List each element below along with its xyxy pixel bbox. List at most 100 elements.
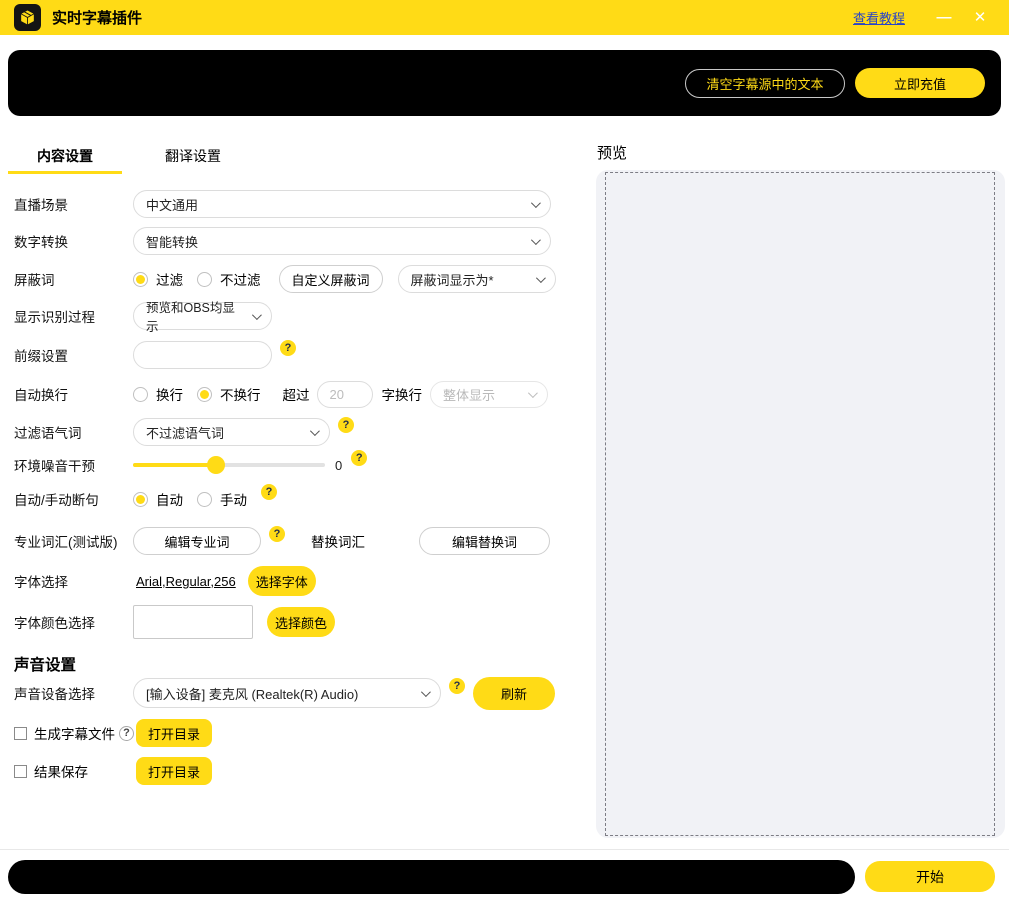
radio-no-wrap[interactable] — [197, 387, 212, 402]
pro-vocab-label: 专业词汇(测试版) — [14, 531, 133, 551]
auto-wrap-label: 自动换行 — [14, 384, 133, 404]
open-result-dir-button[interactable]: 打开目录 — [136, 757, 212, 785]
number-convert-select[interactable]: 智能转换 — [133, 227, 551, 255]
radio-no-filter[interactable] — [197, 272, 212, 287]
recognition-display-label: 显示识别过程 — [14, 306, 133, 326]
chevron-down-icon — [310, 426, 320, 436]
prefix-label: 前缀设置 — [14, 345, 133, 365]
blocked-words-display-select[interactable]: 屏蔽词显示为* — [398, 265, 556, 293]
noise-help-icon[interactable]: ? — [351, 450, 367, 466]
noise-row: 环境噪音干预 0 ? — [14, 448, 367, 482]
wrap-count-input[interactable] — [330, 387, 360, 402]
sound-device-value: [输入设备] 麦克风 (Realtek(R) Audio) — [146, 684, 358, 703]
app-window: 实时字幕插件 查看教程 — ✕ 清空字幕源中的文本 立即充值 内容设置 翻译设置… — [0, 0, 1009, 903]
sound-device-label: 声音设备选择 — [14, 683, 133, 703]
radio-wrap[interactable] — [133, 387, 148, 402]
chevron-down-icon — [535, 273, 545, 283]
font-color-label: 字体颜色选择 — [14, 612, 133, 632]
font-color-input[interactable] — [142, 615, 244, 630]
sentence-break-help-icon[interactable]: ? — [261, 484, 277, 500]
clear-subtitle-source-button[interactable]: 清空字幕源中的文本 — [685, 69, 845, 98]
radio-wrap-label[interactable]: 换行 — [156, 384, 183, 404]
auto-wrap-row: 自动换行 换行 不换行 超过 字换行 整体显示 — [14, 377, 548, 411]
noise-slider[interactable] — [133, 457, 325, 473]
slider-thumb[interactable] — [207, 456, 225, 474]
filler-filter-help-icon[interactable]: ? — [338, 417, 354, 433]
radio-no-filter-label[interactable]: 不过滤 — [220, 269, 261, 289]
preview-label: 预览 — [597, 142, 627, 163]
chevron-down-icon — [531, 235, 541, 245]
current-font-link[interactable]: Arial,Regular,256 — [136, 574, 236, 589]
radio-auto-break[interactable] — [133, 492, 148, 507]
live-scene-select[interactable]: 中文通用 — [133, 190, 551, 218]
number-convert-label: 数字转换 — [14, 231, 133, 251]
choose-font-button[interactable]: 选择字体 — [248, 566, 316, 596]
font-color-row: 字体颜色选择 选择颜色 — [14, 605, 335, 639]
vocab-row: 专业词汇(测试版) 编辑专业词 ? 替换词汇 编辑替换词 — [14, 524, 550, 558]
blocked-words-row: 屏蔽词 过滤 不过滤 自定义屏蔽词 屏蔽词显示为* — [14, 262, 556, 296]
radio-filter-label[interactable]: 过滤 — [156, 269, 183, 289]
font-select-row: 字体选择 Arial,Regular,256 选择字体 — [14, 564, 316, 598]
radio-auto-break-label[interactable]: 自动 — [156, 489, 183, 509]
result-save-label[interactable]: 结果保存 — [34, 761, 88, 781]
filler-filter-value: 不过滤语气词 — [146, 423, 224, 442]
subtitle-file-checkbox[interactable] — [14, 727, 27, 740]
live-scene-value: 中文通用 — [146, 195, 198, 214]
open-subtitle-dir-button[interactable]: 打开目录 — [136, 719, 212, 747]
font-select-label: 字体选择 — [14, 571, 133, 591]
sound-settings-heading: 声音设置 — [14, 653, 76, 675]
refresh-button[interactable]: 刷新 — [473, 677, 555, 710]
exceed-label: 超过 — [283, 384, 310, 404]
edit-replace-vocab-button[interactable]: 编辑替换词 — [419, 527, 550, 555]
chevron-down-icon — [531, 198, 541, 208]
number-convert-row: 数字转换 智能转换 — [14, 224, 551, 258]
prefix-help-icon[interactable]: ? — [280, 340, 296, 356]
edit-pro-vocab-button[interactable]: 编辑专业词 — [133, 527, 261, 555]
display-mode-select[interactable]: 整体显示 — [430, 381, 548, 408]
tab-translation-settings[interactable]: 翻译设置 — [136, 141, 250, 174]
result-save-row: 结果保存 打开目录 — [14, 754, 88, 788]
sentence-break-row: 自动/手动断句 自动 手动 ? — [14, 482, 277, 516]
radio-manual-break-label[interactable]: 手动 — [220, 489, 247, 509]
blocked-words-display-value: 屏蔽词显示为* — [411, 270, 494, 289]
live-scene-row: 直播场景 中文通用 — [14, 187, 551, 221]
recharge-button[interactable]: 立即充值 — [855, 68, 985, 98]
result-save-checkbox[interactable] — [14, 765, 27, 778]
prefix-row: 前缀设置 ? — [14, 338, 296, 372]
choose-color-button[interactable]: 选择颜色 — [267, 607, 335, 637]
settings-tabs: 内容设置 翻译设置 — [8, 141, 250, 174]
radio-no-wrap-label[interactable]: 不换行 — [220, 384, 261, 404]
pro-vocab-help-icon[interactable]: ? — [269, 526, 285, 542]
wrap-suffix-label: 字换行 — [382, 384, 423, 404]
start-button[interactable]: 开始 — [865, 861, 995, 892]
filler-filter-select[interactable]: 不过滤语气词 — [133, 418, 330, 446]
tab-content-settings[interactable]: 内容设置 — [8, 141, 122, 174]
tutorial-link[interactable]: 查看教程 — [853, 8, 905, 27]
recognition-display-select[interactable]: 预览和OBS均显示 — [133, 302, 272, 330]
font-color-input-wrap — [133, 605, 253, 639]
recognition-display-value: 预览和OBS均显示 — [146, 297, 244, 335]
app-logo — [14, 4, 41, 31]
close-button[interactable]: ✕ — [965, 0, 995, 35]
sound-device-select[interactable]: [输入设备] 麦克风 (Realtek(R) Audio) — [133, 678, 441, 708]
custom-blocked-words-button[interactable]: 自定义屏蔽词 — [279, 265, 383, 293]
display-mode-value: 整体显示 — [443, 385, 495, 404]
subtitle-file-label[interactable]: 生成字幕文件 — [34, 723, 115, 743]
preview-area — [605, 172, 995, 836]
subtitle-file-row: 生成字幕文件 ? 打开目录 — [14, 716, 134, 750]
wrap-count-input-wrap — [317, 381, 373, 408]
blocked-words-label: 屏蔽词 — [14, 269, 133, 289]
subtitle-file-help-icon[interactable]: ? — [119, 726, 134, 741]
minimize-button[interactable]: — — [929, 0, 959, 35]
sound-device-help-icon[interactable]: ? — [449, 678, 465, 694]
filler-filter-label: 过滤语气词 — [14, 422, 133, 442]
cube-icon — [18, 8, 37, 27]
recognition-display-row: 显示识别过程 预览和OBS均显示 — [14, 299, 272, 333]
prefix-input[interactable] — [146, 348, 259, 363]
chevron-down-icon — [421, 687, 431, 697]
radio-manual-break[interactable] — [197, 492, 212, 507]
noise-value: 0 — [335, 458, 342, 473]
slider-fill — [133, 463, 216, 467]
radio-filter[interactable] — [133, 272, 148, 287]
top-banner: 清空字幕源中的文本 立即充值 — [8, 50, 1001, 116]
